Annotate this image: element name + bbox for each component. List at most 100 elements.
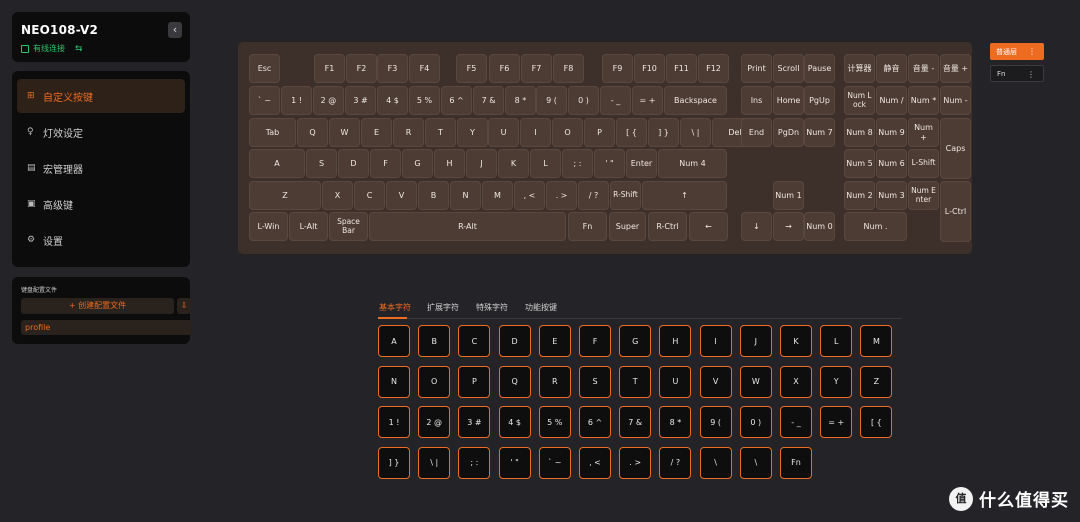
- char-key[interactable]: S: [579, 365, 611, 398]
- layer-normal-button[interactable]: 普通层 ⋮: [990, 43, 1044, 60]
- keyboard-key[interactable]: R-Alt: [369, 212, 566, 241]
- keyboard-key[interactable]: F8: [553, 54, 584, 83]
- char-key[interactable]: [ {: [860, 406, 893, 439]
- keyboard-key[interactable]: F7: [521, 54, 552, 83]
- keyboard-key[interactable]: 0 ): [568, 86, 599, 115]
- char-key[interactable]: . >: [619, 446, 652, 479]
- profile-item[interactable]: profile: [21, 320, 192, 335]
- char-key[interactable]: P: [458, 365, 491, 398]
- keyboard-key[interactable]: X: [322, 181, 353, 210]
- keyboard-key[interactable]: Space Bar: [329, 212, 368, 241]
- keyboard-key[interactable]: Home: [773, 86, 804, 115]
- char-key[interactable]: 5 %: [538, 406, 571, 439]
- sidebar-item-5[interactable]: ⚙ 设置: [17, 223, 185, 257]
- sidebar-item-2[interactable]: ♀ 灯效设定: [17, 115, 185, 149]
- char-key[interactable]: 6 ^: [579, 406, 611, 439]
- char-key[interactable]: G: [619, 325, 652, 357]
- char-key[interactable]: 1 !: [378, 406, 410, 439]
- keyboard-key[interactable]: F10: [634, 54, 665, 83]
- char-key[interactable]: Fn: [780, 446, 812, 479]
- char-key[interactable]: 3 #: [458, 406, 491, 439]
- keyboard-key[interactable]: F6: [489, 54, 520, 83]
- char-key[interactable]: I: [699, 325, 732, 357]
- char-key[interactable]: V: [699, 365, 732, 398]
- switch-connection-icon[interactable]: ⇆: [75, 44, 83, 54]
- keyboard-key[interactable]: F4: [409, 54, 440, 83]
- char-key[interactable]: ] }: [378, 446, 410, 479]
- char-key[interactable]: 9 (: [699, 406, 732, 439]
- keyboard-key[interactable]: L: [530, 149, 561, 178]
- keyboard-key[interactable]: Num 0: [804, 212, 835, 241]
- tab-special-chars[interactable]: 特殊字符: [476, 302, 508, 313]
- keyboard-key[interactable]: L-Shift: [908, 149, 939, 178]
- keyboard-key[interactable]: U: [488, 118, 519, 147]
- char-key[interactable]: ; :: [458, 446, 491, 479]
- keyboard-key[interactable]: Num Enter: [908, 181, 939, 210]
- keyboard-key[interactable]: B: [418, 181, 449, 210]
- keyboard-key[interactable]: F11: [666, 54, 697, 83]
- keyboard-key[interactable]: I: [520, 118, 551, 147]
- keyboard-key[interactable]: M: [482, 181, 513, 210]
- keyboard-key[interactable]: - _: [600, 86, 631, 115]
- char-key[interactable]: K: [780, 325, 812, 357]
- keyboard-key[interactable]: 静音: [876, 54, 907, 83]
- keyboard-key[interactable]: Num 4: [658, 149, 727, 178]
- keyboard-key[interactable]: Enter: [626, 149, 657, 178]
- keyboard-key[interactable]: S: [306, 149, 337, 178]
- char-key[interactable]: \: [739, 446, 772, 479]
- char-key[interactable]: - _: [780, 406, 812, 439]
- char-key[interactable]: 0 ): [739, 406, 772, 439]
- keyboard-key[interactable]: G: [402, 149, 433, 178]
- keyboard-key[interactable]: E: [361, 118, 392, 147]
- char-key[interactable]: ` ~: [538, 446, 571, 479]
- keyboard-key[interactable]: 7 &: [473, 86, 504, 115]
- keyboard-key[interactable]: Num 1: [773, 181, 804, 210]
- char-key[interactable]: F: [579, 325, 611, 357]
- keyboard-key[interactable]: ' ": [594, 149, 625, 178]
- char-key[interactable]: T: [619, 365, 652, 398]
- keyboard-key[interactable]: Num .: [844, 212, 907, 241]
- keyboard-key[interactable]: C: [354, 181, 385, 210]
- char-key[interactable]: 8 *: [659, 406, 692, 439]
- keyboard-key[interactable]: Tab: [249, 118, 296, 147]
- keyboard-key[interactable]: Num Lock: [844, 86, 875, 115]
- keyboard-key[interactable]: 3 #: [345, 86, 376, 115]
- keyboard-key[interactable]: ↓: [741, 212, 772, 241]
- keyboard-key[interactable]: 音量 +: [940, 54, 971, 83]
- keyboard-key[interactable]: F5: [456, 54, 487, 83]
- keyboard-key[interactable]: 2 @: [313, 86, 344, 115]
- keyboard-key[interactable]: 8 *: [505, 86, 536, 115]
- sidebar-item-4[interactable]: ▣ 高级键: [17, 187, 185, 221]
- char-key[interactable]: E: [538, 325, 571, 357]
- create-profile-button[interactable]: + 创建配置文件: [21, 298, 174, 314]
- keyboard-key[interactable]: A: [249, 149, 305, 178]
- keyboard-key[interactable]: L-Alt: [289, 212, 328, 241]
- keyboard-key[interactable]: →: [773, 212, 804, 241]
- keyboard-key[interactable]: = +: [632, 86, 663, 115]
- import-profile-icon[interactable]: ⇩: [177, 298, 191, 314]
- keyboard-key[interactable]: P: [584, 118, 615, 147]
- keyboard-key[interactable]: 5 %: [409, 86, 440, 115]
- char-key[interactable]: Q: [498, 365, 531, 398]
- keyboard-key[interactable]: F12: [698, 54, 729, 83]
- keyboard-key[interactable]: PgUp: [804, 86, 835, 115]
- keyboard-key[interactable]: Ins: [741, 86, 772, 115]
- char-key[interactable]: 2 @: [418, 406, 451, 439]
- keyboard-key[interactable]: 9 (: [536, 86, 567, 115]
- keyboard-key[interactable]: Scroll: [773, 54, 804, 83]
- more-menu-icon[interactable]: ⋮: [1028, 43, 1036, 60]
- keyboard-key[interactable]: H: [434, 149, 465, 178]
- keyboard-key[interactable]: Num /: [876, 86, 907, 115]
- keyboard-key[interactable]: N: [450, 181, 481, 210]
- char-key[interactable]: 7 &: [619, 406, 652, 439]
- keyboard-key[interactable]: F2: [346, 54, 377, 83]
- keyboard-key[interactable]: , <: [514, 181, 545, 210]
- keyboard-key[interactable]: J: [466, 149, 497, 178]
- sidebar-item-3[interactable]: ▤ 宏管理器: [17, 151, 185, 185]
- keyboard-key[interactable]: Num 3: [876, 181, 907, 210]
- keyboard-key[interactable]: R-Shift: [610, 181, 641, 210]
- char-key[interactable]: 4 $: [498, 406, 531, 439]
- keyboard-key[interactable]: \ |: [680, 118, 711, 147]
- char-key[interactable]: / ?: [659, 446, 692, 479]
- keyboard-key[interactable]: . >: [546, 181, 577, 210]
